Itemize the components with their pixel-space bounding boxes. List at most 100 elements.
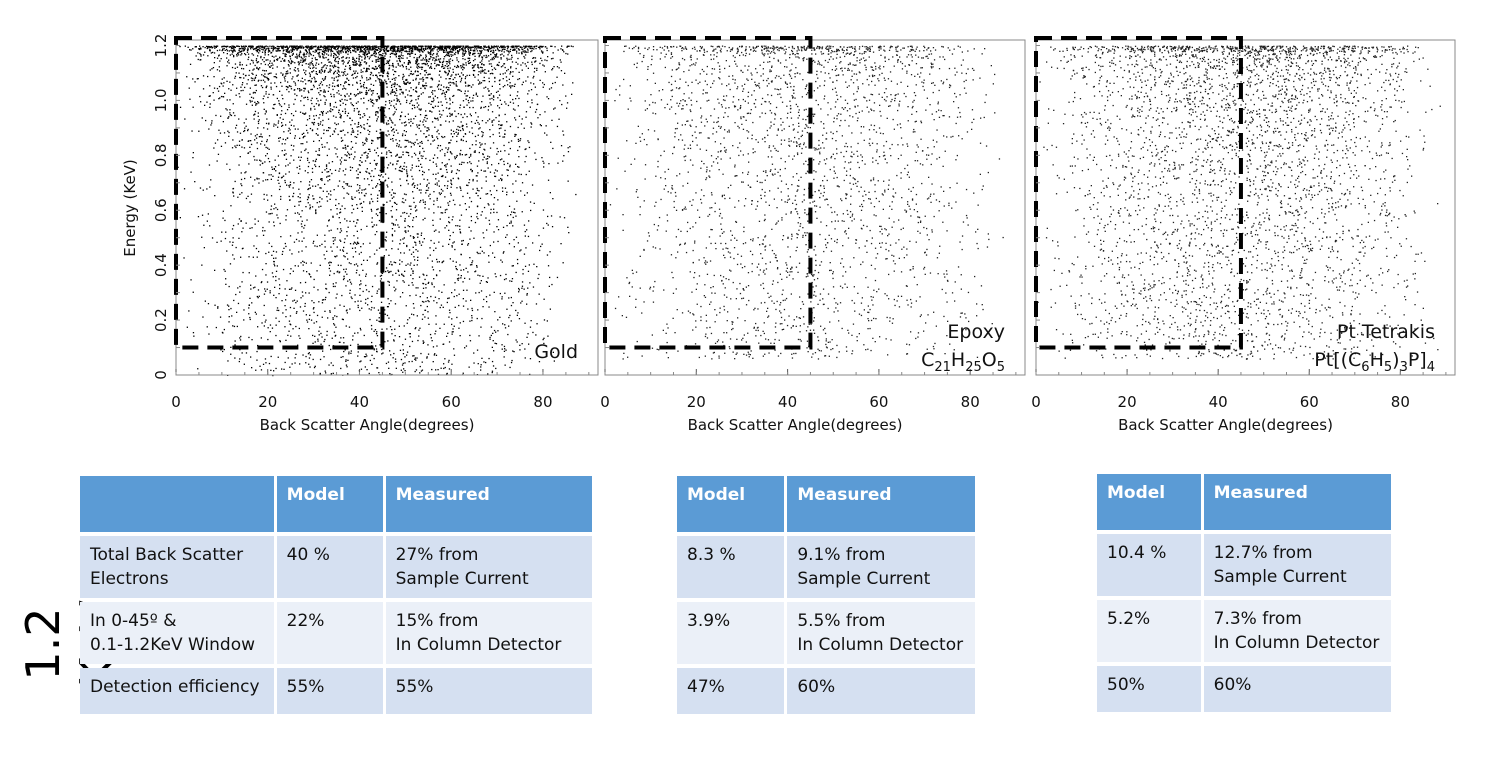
scatter-point: [387, 177, 390, 179]
scatter-point: [399, 88, 401, 91]
scatter-point: [439, 61, 441, 63]
scatter-point: [357, 300, 359, 302]
scatter-point: [547, 215, 549, 218]
scatter-point: [480, 144, 482, 146]
scatter-point: [419, 66, 421, 69]
scatter-point: [285, 139, 287, 141]
scatter-point: [403, 237, 405, 239]
scatter-point: [324, 96, 326, 98]
scatter-point: [433, 249, 435, 252]
scatter-point: [436, 97, 439, 99]
scatter-point: [404, 338, 407, 340]
scatter-point: [293, 145, 295, 147]
scatter-point: [487, 167, 489, 169]
scatter-point: [394, 358, 397, 360]
scatter-point: [469, 334, 471, 337]
scatter-point: [432, 101, 434, 103]
scatter-point: [392, 128, 395, 130]
scatter-point: [510, 58, 512, 60]
scatter-point: [535, 47, 537, 50]
scatter-point: [521, 182, 524, 184]
scatter-point: [264, 50, 266, 52]
scatter-point: [214, 304, 216, 306]
scatter-point: [213, 76, 215, 78]
scatter-point: [493, 197, 496, 199]
scatter-point: [253, 91, 255, 94]
scatter-point: [303, 69, 305, 71]
scatter-point: [301, 64, 303, 66]
scatter-point: [572, 45, 574, 48]
scatter-point: [319, 245, 321, 247]
scatter-point: [271, 168, 274, 170]
scatter-point: [293, 299, 296, 301]
scatter-point: [487, 155, 489, 157]
scatter-point: [279, 104, 281, 106]
scatter-point: [460, 90, 462, 92]
scatter-point: [366, 87, 368, 89]
scatter-point: [412, 226, 414, 228]
scatter-point: [258, 136, 261, 138]
scatter-point: [412, 251, 415, 253]
scatter-point: [403, 193, 406, 195]
scatter-point: [528, 170, 530, 172]
scatter-point: [529, 47, 532, 50]
scatter-point: [461, 243, 463, 245]
scatter-point: [480, 366, 482, 368]
scatter-point: [550, 58, 553, 60]
scatter-point: [446, 54, 448, 56]
scatter-point: [549, 276, 551, 279]
scatter-point: [499, 316, 501, 318]
scatter-point: [538, 293, 540, 295]
scatter-point: [347, 48, 349, 50]
scatter-point: [530, 82, 532, 84]
scatter-point: [370, 208, 372, 211]
scatter-point: [509, 94, 511, 96]
scatter-point: [419, 51, 421, 53]
scatter-point: [419, 365, 421, 368]
scatter-point: [320, 99, 322, 101]
scatter-point: [437, 119, 439, 121]
scatter-point: [268, 93, 270, 95]
scatter-point: [252, 73, 254, 75]
scatter-point: [411, 73, 413, 76]
scatter-point: [494, 80, 496, 83]
scatter-point: [386, 184, 388, 186]
scatter-point: [472, 97, 474, 99]
scatter-point: [338, 109, 340, 111]
scatter-point: [432, 173, 434, 175]
scatter-point: [435, 65, 437, 67]
scatter-point: [449, 58, 452, 60]
scatter-point: [420, 199, 422, 202]
scatter-point: [386, 231, 388, 233]
scatter-point: [522, 81, 524, 83]
scatter-point: [447, 332, 449, 334]
scatter-point: [214, 195, 216, 197]
scatter-point: [457, 279, 459, 281]
scatter-point: [268, 123, 270, 125]
scatter-point: [281, 122, 283, 124]
scatter-point: [352, 339, 354, 341]
scatter-point: [281, 58, 284, 60]
scatter-point: [266, 281, 269, 283]
scatter-point: [442, 46, 444, 48]
scatter-point: [355, 60, 357, 62]
scatter-point: [548, 88, 551, 90]
scatter-point: [519, 349, 521, 351]
scatter-point: [429, 96, 431, 98]
scatter-point: [282, 118, 284, 120]
scatter-point: [315, 114, 317, 117]
scatter-point: [425, 189, 427, 192]
scatter-point: [530, 89, 533, 91]
scatter-point: [437, 138, 439, 140]
scatter-point: [480, 82, 483, 84]
scatter-point: [521, 211, 523, 213]
scatter-point: [278, 182, 280, 184]
scatter-point: [445, 166, 447, 168]
scatter-point: [494, 273, 496, 275]
scatter-point: [378, 320, 380, 322]
scatter-point: [321, 178, 323, 180]
scatter-point: [389, 162, 392, 164]
scatter-point: [197, 52, 199, 54]
scatter-point: [271, 62, 273, 64]
scatter-point: [354, 294, 356, 296]
